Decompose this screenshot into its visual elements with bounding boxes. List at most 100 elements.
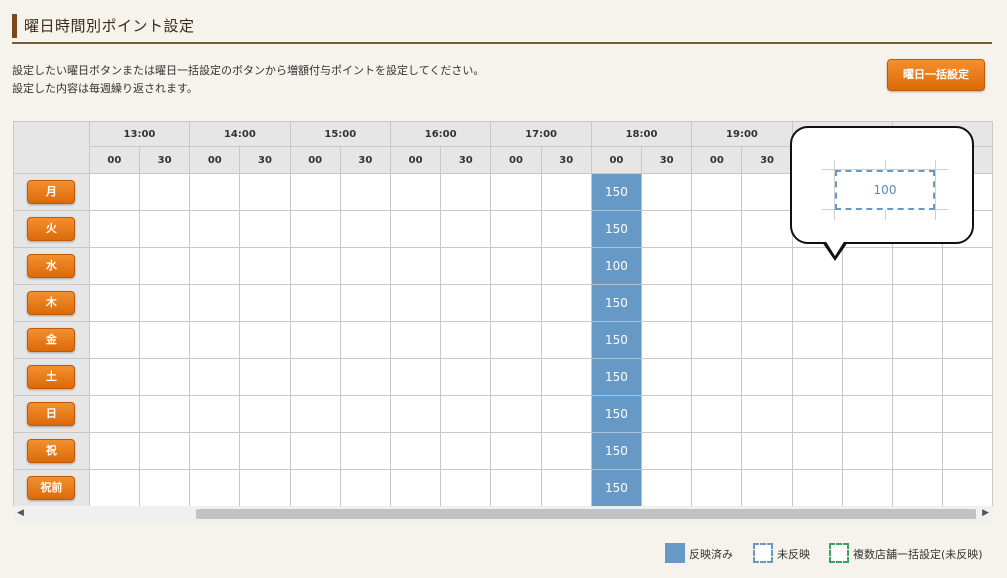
time-slot-cell[interactable] [891,284,943,322]
time-slot-cell[interactable] [138,358,191,396]
time-slot-cell[interactable] [490,395,542,433]
day-button[interactable]: 祝 [27,439,76,463]
time-slot-cell[interactable] [540,432,592,470]
time-slot-cell[interactable] [88,210,140,248]
time-slot-cell[interactable] [691,469,743,506]
time-slot-cell[interactable] [791,284,843,322]
time-slot-cell-applied[interactable]: 150 [590,284,643,322]
time-slot-cell[interactable] [891,395,943,433]
time-slot-cell[interactable] [239,210,291,248]
time-slot-cell[interactable] [239,321,291,359]
time-slot-cell[interactable] [389,247,442,285]
time-slot-cell[interactable] [138,469,191,506]
time-slot-cell[interactable] [540,284,592,322]
time-slot-cell[interactable] [189,210,241,248]
time-slot-cell[interactable] [741,469,793,506]
day-button[interactable]: 土 [27,365,76,389]
scroll-left-icon[interactable]: ◀ [17,508,24,518]
time-slot-cell[interactable] [339,432,391,470]
time-slot-cell[interactable] [941,321,993,359]
time-slot-cell-applied[interactable]: 150 [590,432,643,470]
day-button[interactable]: 月 [27,180,76,204]
time-slot-cell[interactable] [189,173,241,211]
time-slot-cell[interactable] [841,432,893,470]
time-slot-cell[interactable] [941,469,993,506]
time-slot-cell[interactable] [841,395,893,433]
time-slot-cell[interactable] [791,395,843,433]
time-slot-cell[interactable] [791,432,843,470]
time-slot-cell[interactable] [691,358,743,396]
time-slot-cell[interactable] [389,469,442,506]
time-slot-cell[interactable] [189,432,241,470]
time-slot-cell[interactable] [490,321,542,359]
time-slot-cell[interactable] [440,469,492,506]
time-slot-cell[interactable] [691,173,743,211]
time-slot-cell[interactable] [289,469,341,506]
time-slot-cell[interactable] [891,432,943,470]
time-slot-cell[interactable] [440,284,492,322]
time-slot-cell[interactable] [389,284,442,322]
time-slot-cell[interactable] [691,210,743,248]
time-slot-cell[interactable] [741,432,793,470]
time-slot-cell[interactable] [339,395,391,433]
time-slot-cell[interactable] [88,321,140,359]
time-slot-cell[interactable] [339,173,391,211]
time-slot-cell[interactable] [540,395,592,433]
time-slot-cell[interactable] [490,284,542,322]
time-slot-cell[interactable] [841,247,893,285]
time-slot-cell[interactable] [289,358,341,396]
day-button[interactable]: 火 [27,217,76,241]
time-slot-cell[interactable] [741,173,793,211]
time-slot-cell[interactable] [741,358,793,396]
time-slot-cell-applied[interactable]: 150 [590,395,643,433]
time-slot-cell[interactable] [540,173,592,211]
time-slot-cell[interactable] [389,210,442,248]
time-slot-cell[interactable] [490,469,542,506]
time-slot-cell-applied[interactable]: 150 [590,173,643,211]
time-slot-cell[interactable] [239,469,291,506]
day-button[interactable]: 水 [27,254,76,278]
time-slot-cell[interactable] [891,321,943,359]
time-slot-cell[interactable] [440,321,492,359]
time-slot-cell[interactable] [791,358,843,396]
time-slot-cell[interactable] [138,432,191,470]
time-slot-cell[interactable] [389,173,442,211]
time-slot-cell[interactable] [88,247,140,285]
time-slot-cell[interactable] [189,321,241,359]
time-slot-cell[interactable] [289,210,341,248]
time-slot-cell[interactable] [339,210,391,248]
time-slot-cell[interactable] [641,395,693,433]
time-slot-cell[interactable] [138,321,191,359]
time-slot-cell[interactable] [691,247,743,285]
time-slot-cell[interactable] [540,358,592,396]
time-slot-cell[interactable] [289,284,341,322]
time-slot-cell[interactable] [540,210,592,248]
time-slot-cell[interactable] [339,358,391,396]
time-slot-cell-applied[interactable]: 150 [590,469,643,506]
day-button[interactable]: 金 [27,328,76,352]
time-slot-cell[interactable] [741,321,793,359]
time-slot-cell[interactable] [389,432,442,470]
time-slot-cell[interactable] [239,432,291,470]
time-slot-cell[interactable] [741,247,793,285]
scroll-right-icon[interactable]: ▶ [982,508,989,518]
time-slot-cell[interactable] [389,358,442,396]
time-slot-cell[interactable] [691,321,743,359]
time-slot-cell[interactable] [138,395,191,433]
time-slot-cell[interactable] [88,395,140,433]
time-slot-cell[interactable] [490,358,542,396]
time-slot-cell[interactable] [691,284,743,322]
time-slot-cell[interactable] [741,284,793,322]
time-slot-cell[interactable] [189,247,241,285]
time-slot-cell[interactable] [490,173,542,211]
time-slot-cell-applied[interactable]: 150 [590,210,643,248]
time-slot-cell[interactable] [88,432,140,470]
time-slot-cell[interactable] [941,247,993,285]
time-slot-cell[interactable] [339,321,391,359]
time-slot-cell[interactable] [138,173,191,211]
time-slot-cell[interactable] [540,469,592,506]
day-button[interactable]: 祝前 [27,476,76,500]
time-slot-cell[interactable] [138,284,191,322]
time-slot-cell[interactable] [791,469,843,506]
time-slot-cell[interactable] [239,395,291,433]
